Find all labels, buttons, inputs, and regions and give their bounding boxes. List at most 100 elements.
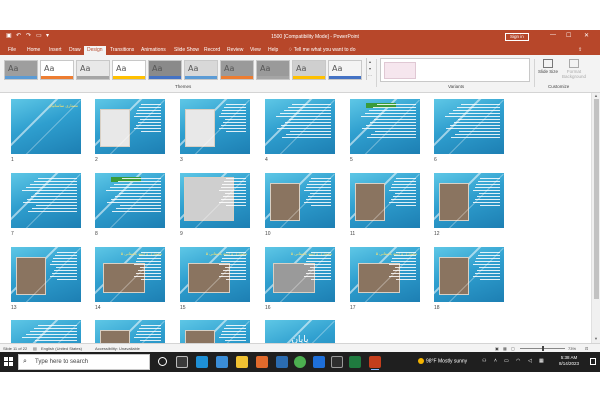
tab-home[interactable]: Home	[24, 46, 43, 55]
settings-app-icon[interactable]	[216, 356, 228, 368]
tell-me-search[interactable]: ♢ Tell me what you want to do	[288, 46, 355, 54]
format-background-button[interactable]: Format Background	[559, 58, 589, 79]
accessibility-indicator[interactable]: Accessibility: Unavailable	[95, 346, 140, 351]
notification-icon[interactable]	[590, 358, 596, 365]
zoom-level[interactable]: 73%	[568, 346, 576, 351]
text-line	[225, 340, 246, 341]
chevron-up-icon[interactable]: ˄	[494, 358, 497, 364]
volume-icon[interactable]: ◁	[528, 358, 532, 364]
theme-thumbnail[interactable]: Aa	[256, 60, 290, 80]
wifi-icon[interactable]: ◠	[516, 358, 520, 364]
slide-thumbnail[interactable]	[180, 173, 250, 228]
minimize-button[interactable]: —	[550, 32, 556, 38]
tab-file[interactable]: File	[5, 46, 19, 55]
slide-thumbnail[interactable]	[180, 99, 250, 154]
themes-gallery-scroll[interactable]: ▴ ▾ ⋯	[366, 58, 373, 80]
slide-thumbnail[interactable]: معماری و ابنیه باستانی ۵	[95, 247, 165, 302]
fit-to-window-icon[interactable]: ⊡	[585, 346, 588, 351]
slide-size-button[interactable]: Slide Size	[537, 58, 559, 74]
theme-thumbnail[interactable]: Aa	[220, 60, 254, 80]
slide-number: 11	[350, 231, 356, 237]
slide-thumbnail[interactable]	[434, 247, 504, 302]
slide-thumbnail[interactable]: معماری ساسانیان	[11, 99, 81, 154]
text-line	[120, 205, 161, 206]
system-clock[interactable]: 5:38 AM 8/14/2023	[552, 355, 586, 367]
tab-help[interactable]: Help	[265, 46, 281, 55]
scrollbar-thumb[interactable]	[594, 99, 599, 299]
zoom-slider-knob[interactable]	[541, 346, 544, 351]
word-icon[interactable]	[313, 356, 325, 368]
tab-animations[interactable]: Animations	[138, 46, 169, 55]
tab-insert[interactable]: Insert	[46, 46, 65, 55]
reading-view-icon[interactable]: ▢	[511, 346, 515, 351]
sorter-view-icon[interactable]: ▦	[503, 346, 507, 351]
text-line	[388, 190, 416, 191]
theme-thumbnail[interactable]: Aa	[4, 60, 38, 80]
title-bar: ▣ ↶ ↷ ▭ ▾ 1500 [Compatibility Mode] - Po…	[0, 30, 600, 45]
undo-icon[interactable]: ↶	[16, 33, 21, 39]
slide-thumbnail[interactable]	[265, 173, 335, 228]
theme-thumbnail[interactable]: Aa	[112, 60, 146, 80]
slide-thumbnail[interactable]	[350, 173, 420, 228]
redo-icon[interactable]: ↷	[26, 33, 31, 39]
tab-slide-show[interactable]: Slide Show	[171, 46, 202, 55]
media-player-icon[interactable]	[331, 356, 343, 368]
share-icon[interactable]: ⇪	[578, 46, 582, 54]
tab-draw[interactable]: Draw	[66, 46, 84, 55]
tab-transitions[interactable]: Transitions	[107, 46, 137, 55]
chrome-icon[interactable]	[294, 356, 306, 368]
theme-thumbnail[interactable]: Aa	[76, 60, 110, 80]
photos-icon[interactable]	[256, 356, 268, 368]
theme-thumbnail[interactable]: Aa	[328, 60, 362, 80]
slide-thumbnail[interactable]	[95, 99, 165, 154]
slide-thumbnail[interactable]: معماری و ابنیه باستانی ۵	[265, 247, 335, 302]
windows-start-icon[interactable]	[4, 357, 14, 367]
theme-thumbnail[interactable]: Aa	[40, 60, 74, 80]
slide-thumbnail[interactable]	[434, 173, 504, 228]
variant-thumbnail[interactable]	[384, 62, 416, 79]
task-view-icon[interactable]	[176, 356, 188, 368]
tab-view[interactable]: View	[247, 46, 264, 55]
maximize-button[interactable]: ☐	[566, 32, 571, 39]
slide-thumbnail[interactable]	[180, 320, 250, 343]
tab-record[interactable]: Record	[201, 46, 223, 55]
people-icon[interactable]: ⚇	[482, 358, 486, 364]
vertical-scrollbar[interactable]: ▲ ▼	[591, 93, 600, 343]
cortana-icon[interactable]	[158, 357, 167, 366]
slide-thumbnail[interactable]	[95, 320, 165, 343]
slide-thumbnail[interactable]	[11, 173, 81, 228]
weather-widget[interactable]: 98°F Mostly sunny	[418, 358, 467, 364]
tab-review[interactable]: Review	[224, 46, 246, 55]
close-button[interactable]: ✕	[584, 32, 589, 39]
theme-thumbnail[interactable]: Aa	[148, 60, 182, 80]
store-icon[interactable]	[349, 356, 361, 368]
theme-thumbnail[interactable]: Aa	[184, 60, 218, 80]
slide-thumbnail[interactable]	[350, 99, 420, 154]
tab-design[interactable]: Design	[84, 46, 106, 55]
taskbar-search-box[interactable]: ⌕ Type here to search	[18, 354, 150, 370]
normal-view-icon[interactable]: ▣	[495, 346, 499, 351]
slide-thumbnail[interactable]	[11, 320, 81, 343]
autosave-icon[interactable]: ▣	[6, 33, 12, 39]
slide-thumbnail[interactable]: معماری و ابنیه باستانی ۵	[180, 247, 250, 302]
battery-icon[interactable]: ▭	[504, 358, 509, 364]
powerpoint-icon[interactable]	[369, 356, 381, 370]
scroll-up-icon[interactable]: ▲	[594, 93, 598, 98]
scroll-down-icon[interactable]: ▼	[594, 336, 598, 341]
slide-thumbnail[interactable]	[265, 99, 335, 154]
keyboard-icon[interactable]: ▦	[539, 358, 544, 364]
slide-thumbnail[interactable]	[11, 247, 81, 302]
customize-qat-icon[interactable]: ▾	[46, 33, 51, 39]
slide-thumbnail[interactable]	[434, 99, 504, 154]
edge-icon[interactable]	[196, 356, 208, 368]
theme-thumbnail[interactable]: Aa	[292, 60, 326, 80]
mail-icon[interactable]	[276, 356, 288, 368]
file-explorer-icon[interactable]	[236, 356, 248, 368]
sign-in-button[interactable]: Sign in	[505, 33, 529, 41]
slide-thumbnail[interactable]: پایان	[265, 320, 335, 343]
present-icon[interactable]: ▭	[36, 33, 42, 39]
spellcheck-icon[interactable]: ▤	[33, 346, 37, 351]
language-indicator[interactable]: English (United States)	[41, 346, 82, 351]
slide-thumbnail[interactable]	[95, 173, 165, 228]
slide-thumbnail[interactable]: معماری و ابنیه باستانی ۵	[350, 247, 420, 302]
